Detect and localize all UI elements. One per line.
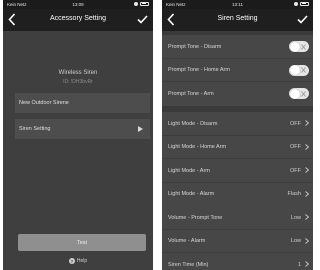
question-circle-icon: ?: [68, 258, 75, 264]
volume-group: Volume - Prompt Tone Low Volume - Alarm …: [162, 206, 313, 270]
orientation-lock-icon: [134, 1, 138, 6]
setting-row-light-mode-alarm[interactable]: Light Mode - Alarm Flash: [162, 183, 313, 207]
page-title: Accessory Setting: [49, 15, 107, 22]
setting-row-siren-time[interactable]: Siren Time (Min) 1: [162, 253, 313, 270]
device-name: Wireless Siren: [58, 70, 98, 76]
setting-value: OFF: [290, 120, 301, 127]
page-title: Siren Setting: [217, 15, 258, 22]
setting-value: Flash: [287, 191, 301, 197]
close-icon: [301, 67, 306, 73]
nav-bar: Accessory Setting: [3, 9, 153, 31]
siren-setting-screen: Kein Netz 13:11 Siren Setting Prompt Ton…: [162, 0, 313, 270]
close-icon: [301, 90, 306, 97]
setting-label: Prompt Tone - Arm: [168, 90, 214, 97]
device-name-row[interactable]: New Outdoor Sirene: [15, 93, 150, 113]
test-button[interactable]: Test: [18, 234, 146, 251]
checkmark-icon[interactable]: [297, 14, 308, 25]
setting-row-prompt-tone-arm[interactable]: Prompt Tone - Arm: [162, 82, 313, 106]
toggle-knob: [289, 65, 300, 75]
status-bar: Kein Netz 13:09: [3, 0, 153, 9]
play-triangle-icon: [138, 126, 143, 132]
setting-value: Low: [290, 214, 301, 221]
clock: 13:09: [72, 2, 84, 7]
chevron-right-icon: [305, 237, 309, 244]
setting-value: 1: [297, 261, 301, 268]
setting-label: Volume - Prompt Tone: [168, 214, 223, 221]
device-name-row-label: New Outdoor Sirene: [19, 100, 69, 106]
battery-icon: [300, 1, 309, 6]
setting-label: Light Mode - Alarm: [168, 191, 215, 197]
status-bar: Kein Netz 13:11: [162, 0, 313, 9]
checkmark-icon[interactable]: [137, 14, 148, 25]
setting-label: Prompt Tone - Home Arm: [168, 67, 230, 73]
setting-value: OFF: [290, 144, 301, 150]
clock: 13:11: [232, 2, 243, 7]
close-icon: [301, 43, 306, 50]
setting-label: Light Mode - Arm: [168, 167, 210, 174]
siren-setting-row-label: Siren Setting: [19, 126, 51, 132]
device-id: ID: !DH3bvRr: [63, 79, 93, 85]
setting-label: Siren Time (Min): [168, 261, 209, 268]
setting-label: Volume - Alarm: [168, 238, 206, 244]
setting-row-light-mode-arm[interactable]: Light Mode - Arm OFF: [162, 159, 313, 183]
prompt-tone-group: Prompt Tone - Disarm Prompt Tone - Home …: [162, 35, 313, 106]
light-mode-group: Light Mode - Disarm OFF Light Mode - Hom…: [162, 112, 313, 206]
setting-value: OFF: [290, 167, 301, 174]
setting-row-light-mode-home-arm[interactable]: Light Mode - Home Arm OFF: [162, 136, 313, 159]
help-link[interactable]: ? Help: [3, 258, 153, 264]
setting-value: Low: [290, 238, 301, 244]
setting-row-volume-alarm[interactable]: Volume - Alarm Low: [162, 230, 313, 253]
prompt-tone-home-arm-toggle[interactable]: [289, 64, 309, 76]
setting-label: Light Mode - Home Arm: [168, 144, 227, 150]
setting-row-volume-prompt-tone[interactable]: Volume - Prompt Tone Low: [162, 206, 313, 230]
battery-icon: [140, 1, 149, 6]
help-label: Help: [76, 258, 88, 264]
setting-row-prompt-tone-disarm[interactable]: Prompt Tone - Disarm: [162, 35, 313, 59]
siren-setting-row[interactable]: Siren Setting: [15, 119, 150, 139]
setting-label: Light Mode - Disarm: [168, 120, 218, 127]
toggle-knob: [289, 88, 300, 99]
prompt-tone-arm-toggle[interactable]: [289, 88, 309, 99]
accessory-setting-screen: Kein Netz 13:09 Accessory Setting Wirele…: [3, 0, 153, 270]
orientation-lock-icon: [294, 1, 298, 6]
setting-label: Prompt Tone - Disarm: [168, 43, 222, 50]
chevron-right-icon: [305, 214, 309, 220]
prompt-tone-disarm-toggle[interactable]: [289, 41, 309, 52]
chevron-right-icon: [305, 120, 309, 126]
chevron-right-icon: [305, 261, 309, 267]
setting-row-prompt-tone-home-arm[interactable]: Prompt Tone - Home Arm: [162, 59, 313, 82]
nav-bar: Siren Setting: [162, 9, 313, 31]
chevron-right-icon: [305, 190, 309, 197]
toggle-knob: [289, 41, 300, 52]
setting-row-light-mode-disarm[interactable]: Light Mode - Disarm OFF: [162, 112, 313, 136]
chevron-right-icon: [305, 143, 309, 150]
chevron-right-icon: [305, 167, 309, 173]
